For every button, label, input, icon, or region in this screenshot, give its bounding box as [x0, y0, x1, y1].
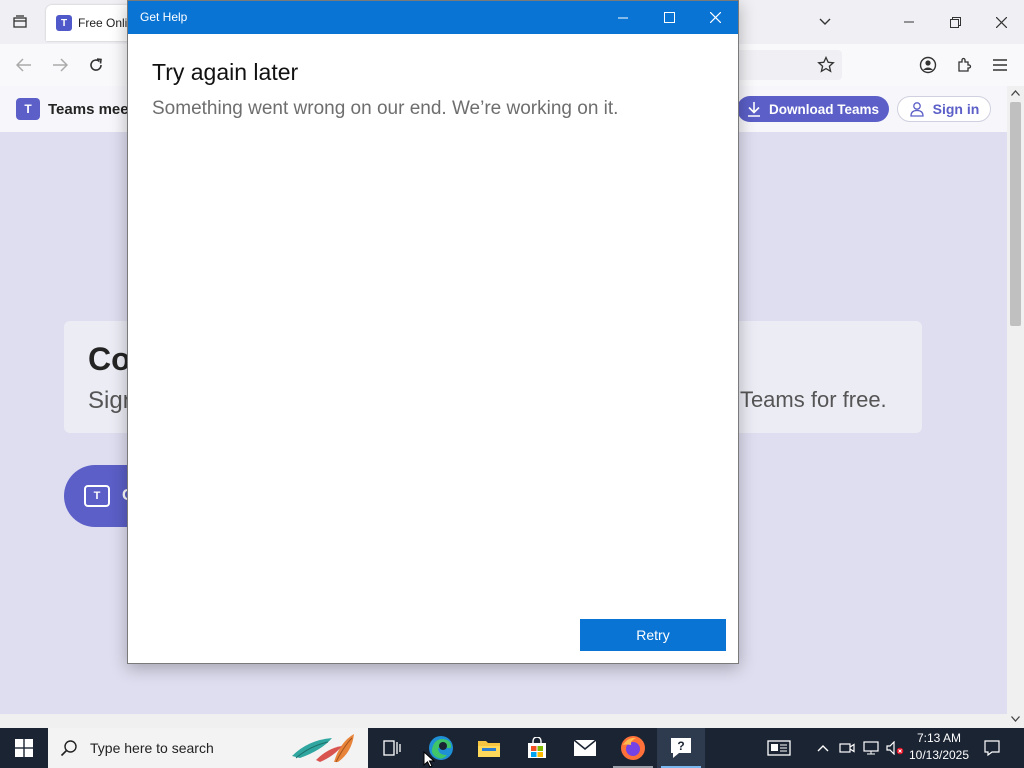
- task-view-icon[interactable]: [368, 728, 416, 768]
- get-help-dialog: Get Help Try again later Something went …: [127, 0, 739, 664]
- meet-now-icon[interactable]: [836, 728, 858, 768]
- teams-cta-icon: T: [84, 485, 110, 507]
- bookmark-star-icon[interactable]: [814, 53, 838, 77]
- browser-minimize-icon[interactable]: [894, 8, 924, 36]
- search-placeholder: Type here to search: [90, 740, 214, 756]
- show-hidden-icons-chevron-icon[interactable]: [812, 728, 834, 768]
- sign-in-label: Sign in: [932, 101, 980, 117]
- dialog-heading: Try again later: [152, 59, 299, 85]
- mail-icon[interactable]: [561, 728, 609, 768]
- mouse-cursor-icon: [423, 751, 435, 768]
- dialog-minimize-icon[interactable]: [600, 1, 646, 34]
- forward-arrow-icon[interactable]: [48, 53, 72, 77]
- teams-favicon-icon: T: [56, 15, 72, 31]
- download-icon: [747, 102, 760, 117]
- retry-button[interactable]: Retry: [580, 619, 726, 651]
- teams-logo-icon: T: [16, 98, 40, 120]
- microsoft-store-icon[interactable]: [513, 728, 561, 768]
- notification-center-icon[interactable]: [980, 728, 1004, 768]
- hero-title: Co: [88, 341, 131, 377]
- sign-in-button[interactable]: Sign in: [897, 96, 991, 122]
- search-highlight-feathers-icon: [292, 734, 354, 763]
- tab-list-icon[interactable]: [8, 10, 32, 34]
- dialog-message: Something went wrong on our end. We’re w…: [152, 98, 619, 119]
- brand-label: Teams mee: [48, 100, 129, 118]
- reload-icon[interactable]: [84, 53, 108, 77]
- browser-close-icon[interactable]: [986, 8, 1016, 36]
- scroll-down-arrow-icon[interactable]: [1007, 712, 1024, 726]
- download-teams-button[interactable]: Download Teams: [737, 96, 889, 122]
- dialog-titlebar[interactable]: Get Help: [128, 1, 738, 34]
- taskbar-search-box[interactable]: Type here to search: [48, 728, 368, 768]
- menu-hamburger-icon[interactable]: [988, 53, 1012, 77]
- chevron-down-icon[interactable]: [814, 12, 836, 32]
- file-explorer-icon[interactable]: [465, 728, 513, 768]
- windows-taskbar: Type here to search ? 7:13 AM 10/13/2025: [0, 728, 1024, 768]
- clock-date: 10/13/2025: [908, 748, 970, 762]
- scroll-thumb[interactable]: [1010, 102, 1021, 326]
- extensions-icon[interactable]: [952, 53, 976, 77]
- firefox-icon[interactable]: [609, 728, 657, 768]
- search-icon: [60, 740, 77, 757]
- browser-restore-icon[interactable]: [940, 8, 970, 36]
- get-help-app-icon[interactable]: ?: [657, 728, 705, 768]
- page-horizontal-scrollbar[interactable]: [0, 714, 1007, 728]
- dialog-maximize-icon[interactable]: [646, 1, 692, 34]
- news-widget-icon[interactable]: [762, 728, 796, 768]
- hero-subtitle-right: n Teams for free.: [722, 387, 887, 412]
- dialog-title: Get Help: [140, 10, 188, 24]
- back-arrow-icon[interactable]: [12, 53, 36, 77]
- scroll-up-arrow-icon[interactable]: [1007, 86, 1024, 100]
- svg-text:?: ?: [677, 739, 684, 753]
- taskbar-clock[interactable]: 7:13 AM 10/13/2025: [904, 730, 974, 764]
- clock-time: 7:13 AM: [916, 731, 962, 745]
- volume-muted-icon[interactable]: [884, 728, 906, 768]
- tab-title: Free Onlin: [78, 16, 135, 30]
- page-vertical-scrollbar[interactable]: [1007, 86, 1024, 728]
- teams-brand[interactable]: T Teams mee: [16, 98, 129, 120]
- network-icon[interactable]: [860, 728, 882, 768]
- account-icon[interactable]: [916, 53, 940, 77]
- download-teams-label: Download Teams: [768, 101, 880, 117]
- dialog-close-icon[interactable]: [692, 1, 738, 34]
- windows-start-icon[interactable]: [0, 728, 48, 768]
- person-icon: [910, 102, 924, 117]
